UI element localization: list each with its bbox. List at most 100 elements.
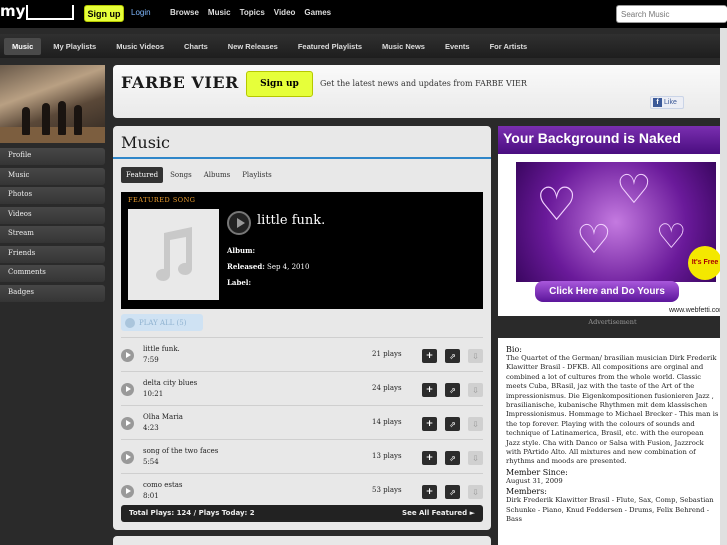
music-panel: Music Featured Songs Albums Playlists FE… (113, 126, 491, 530)
sidebar-item-photos[interactable]: Photos (0, 187, 105, 204)
song-row: little funk. 7:59 21 plays + ⇗ ⇩ (121, 337, 483, 371)
song-row: Olha Maria 4:23 14 plays + ⇗ ⇩ (121, 405, 483, 439)
download-icon[interactable]: ⇩ (468, 451, 483, 465)
song-title[interactable]: como estas (143, 481, 183, 489)
share-icon[interactable]: ⇗ (445, 417, 460, 431)
tab-songs[interactable]: Songs (165, 167, 197, 183)
add-icon[interactable]: + (422, 417, 437, 431)
play-icon (125, 317, 135, 328)
member-since-heading: Member Since: (506, 467, 568, 477)
song-duration: 4:23 (143, 424, 159, 432)
heart-icon: ♡ (536, 177, 578, 231)
play-icon[interactable] (121, 383, 134, 396)
login-link[interactable]: Login (131, 8, 151, 17)
music-title: Music (121, 133, 170, 152)
play-icon[interactable] (121, 451, 134, 464)
sidebar-item-comments[interactable]: Comments (0, 265, 105, 282)
add-icon[interactable]: + (422, 485, 437, 499)
heart-icon: ♡ (576, 217, 612, 263)
nav-browse[interactable]: Browse (170, 8, 199, 17)
subnav-charts[interactable]: Charts (176, 38, 216, 55)
nav-games[interactable]: Games (304, 8, 331, 17)
sidebar-item-videos[interactable]: Videos (0, 206, 105, 224)
members-heading: Members: (506, 487, 547, 497)
facebook-icon: f (653, 98, 662, 107)
page-scrollbar[interactable] (720, 28, 727, 545)
add-icon[interactable]: + (422, 383, 437, 397)
tab-albums[interactable]: Albums (199, 167, 236, 183)
artist-name: FARBE VIER (121, 73, 239, 92)
subnav-for-artists[interactable]: For Artists (482, 38, 536, 55)
subnav-events[interactable]: Events (437, 38, 478, 55)
add-icon[interactable]: + (422, 451, 437, 465)
subnav-featured-playlists[interactable]: Featured Playlists (290, 38, 370, 55)
advertisement[interactable]: Your Background is Naked ♡ ♡ ♡ ♡ It's Fr… (498, 126, 727, 316)
nav-video[interactable]: Video (274, 8, 296, 17)
download-icon[interactable]: ⇩ (468, 417, 483, 431)
play-icon[interactable] (121, 417, 134, 430)
song-plays: 21 plays (372, 350, 402, 358)
download-icon[interactable]: ⇩ (468, 349, 483, 363)
see-all-featured-link[interactable]: See All Featured ► (402, 509, 475, 517)
share-icon[interactable]: ⇗ (445, 451, 460, 465)
facebook-like-button[interactable]: f Like (650, 96, 684, 109)
song-duration: 5:54 (143, 458, 159, 466)
share-icon[interactable]: ⇗ (445, 383, 460, 397)
artist-tagline: Get the latest news and updates from FAR… (320, 79, 527, 88)
heart-icon: ♡ (616, 167, 652, 213)
total-plays: Total Plays: 124 / Plays Today: 2 (129, 509, 255, 517)
album-meta: Album: (227, 246, 256, 255)
song-plays: 24 plays (372, 384, 402, 392)
search-input[interactable]: Search Music (616, 5, 727, 23)
tab-playlists[interactable]: Playlists (237, 167, 277, 183)
subnav-music-news[interactable]: Music News (374, 38, 433, 55)
music-tabs: Featured Songs Albums Playlists (121, 167, 277, 183)
sidebar-item-profile[interactable]: Profile (0, 148, 105, 165)
profile-menu: Profile Music Photos Videos Stream Frien… (0, 148, 105, 304)
album-art[interactable] (128, 209, 219, 300)
play-icon[interactable] (121, 485, 134, 498)
song-row: delta city blues 10:21 24 plays + ⇗ ⇩ (121, 371, 483, 405)
song-duration: 8:01 (143, 492, 159, 500)
download-icon[interactable]: ⇩ (468, 383, 483, 397)
sidebar-item-badges[interactable]: Badges (0, 284, 105, 302)
bio-panel: Bio: The Quartet of the German/ brasilia… (498, 338, 727, 545)
ad-url: www.webfetti.com (668, 307, 725, 314)
top-nav: Browse Music Topics Video Games (170, 8, 331, 17)
ad-cta-button[interactable]: Click Here and Do Yours (535, 281, 679, 302)
song-title[interactable]: Olha Maria (143, 413, 183, 421)
song-row: como estas 8:01 53 plays + ⇗ ⇩ (121, 473, 483, 507)
add-icon[interactable]: + (422, 349, 437, 363)
play-all-button[interactable]: PLAY ALL (5) (121, 314, 203, 331)
download-icon[interactable]: ⇩ (468, 485, 483, 499)
play-icon[interactable] (121, 349, 134, 362)
ad-hearts-image: ♡ ♡ ♡ ♡ (516, 162, 716, 282)
site-logo[interactable]: my (0, 2, 76, 22)
signup-button-top[interactable]: Sign up (84, 5, 124, 22)
share-icon[interactable]: ⇗ (445, 485, 460, 499)
label-meta: Label: (227, 278, 252, 287)
totals-bar: Total Plays: 124 / Plays Today: 2 See Al… (121, 505, 483, 522)
subnav-music-videos[interactable]: Music Videos (108, 38, 172, 55)
artist-signup-button[interactable]: Sign up (246, 71, 313, 97)
nav-topics[interactable]: Topics (240, 8, 265, 17)
artist-header: FARBE VIER Sign up Get the latest news a… (113, 65, 727, 118)
featured-play-button[interactable] (227, 211, 251, 235)
advertisement-label: Advertisement (588, 318, 637, 326)
nav-music[interactable]: Music (208, 8, 231, 17)
song-title[interactable]: delta city blues (143, 379, 197, 387)
sidebar-item-friends[interactable]: Friends (0, 245, 105, 263)
song-title[interactable]: song of the two faces (143, 447, 218, 455)
members-value: Dirk Frederik Klawitter Brasil - Flute, … (506, 496, 714, 524)
subnav-music[interactable]: Music (4, 37, 42, 55)
song-title[interactable]: little funk. (143, 345, 180, 353)
subnav-new-releases[interactable]: New Releases (220, 38, 286, 55)
subnav-my-playlists[interactable]: My Playlists (45, 38, 104, 55)
featured-song-title[interactable]: little funk. (257, 213, 325, 228)
tab-featured[interactable]: Featured (121, 167, 164, 183)
share-icon[interactable]: ⇗ (445, 349, 460, 363)
sidebar-item-music[interactable]: Music (0, 167, 105, 185)
artist-photo[interactable] (0, 65, 105, 143)
like-label: Like (664, 99, 677, 106)
sidebar-item-stream[interactable]: Stream (0, 226, 105, 243)
